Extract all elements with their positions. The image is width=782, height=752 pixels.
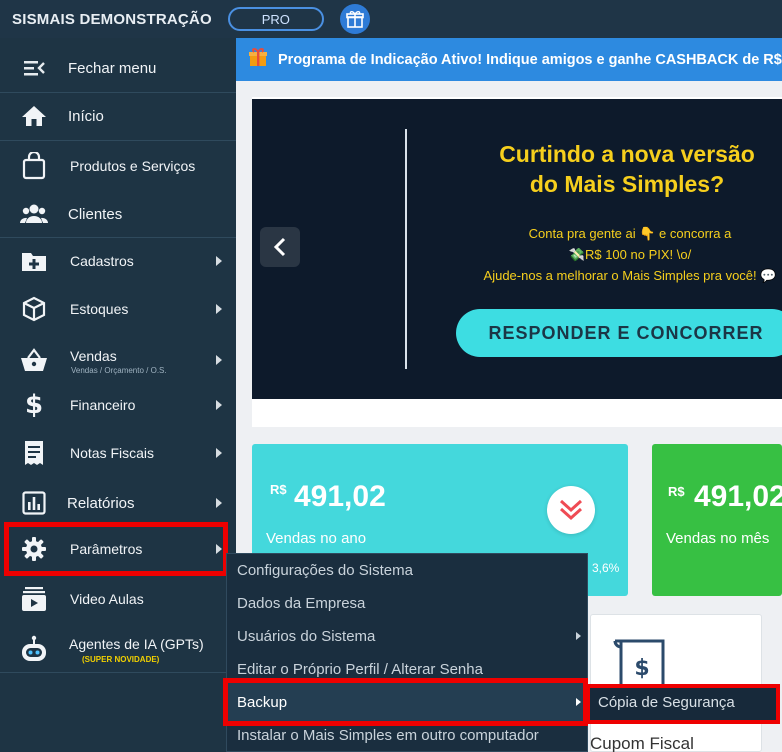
gift-icon[interactable] [339,4,370,34]
carousel-prev-button[interactable] [260,227,300,267]
double-chevron-down-icon [559,499,583,521]
divider [0,140,236,141]
folder-plus-icon [20,247,48,275]
sidebar-item-home[interactable]: Início [0,98,236,134]
banner-text: Programa de Indicação Ativo! Indique ami… [278,51,782,68]
chevron-right-icon [576,632,581,640]
hero-text-line: 💸R$ 100 no PIX! \o/ [568,247,692,262]
chevron-right-icon [216,304,222,314]
sidebar-item-label: Video Aulas [70,591,144,607]
new-feature-badge: (SUPER NOVIDADE) [82,655,160,664]
stat-amount: 491,02 [694,480,782,513]
dollar-icon: $ [24,390,44,420]
hero-title: Curtindo a nova versão do Mais Simples? [492,139,762,199]
chevron-right-icon [216,400,222,410]
cupom-fiscal-label: Cupom Fiscal [590,734,694,752]
submenu-item-system-users[interactable]: Usuários do Sistema [237,628,375,645]
submenu-item-edit-profile[interactable]: Editar o Próprio Perfil / Alterar Senha [237,661,483,678]
chevron-right-icon [216,256,222,266]
sidebar-item-sales[interactable]: Vendas Vendas / Orçamento / O.S. [0,340,236,380]
referral-banner[interactable]: Programa de Indicação Ativo! Indique ami… [236,38,782,81]
sidebar-item-label: Notas Fiscais [70,445,155,461]
sidebar-item-close-menu[interactable]: Fechar menu [0,50,236,86]
parameters-highlight [4,522,228,576]
gift-icon [248,47,268,72]
pro-plan-badge[interactable]: PRO [227,7,324,31]
chevron-right-icon [216,498,222,508]
respond-and-compete-button[interactable]: RESPONDER E CONCORRER [456,309,782,357]
sidebar-item-label: Agentes de IA (GPTs) [69,636,204,652]
sidebar-item-financial[interactable]: $ Financeiro [0,386,236,424]
stat-change: 3,6% [592,561,620,575]
robot-icon [20,635,48,664]
sidebar-item-label: Fechar menu [68,59,157,77]
chevron-right-icon [216,355,222,365]
sidebar-item-label: Início [68,107,104,125]
submenu-item-security-copy[interactable]: Cópia de Segurança [598,694,735,711]
basket-icon [20,346,48,374]
sidebar-item-registrations[interactable]: Cadastros [0,242,236,280]
hero-text: Conta pra gente ai 👇 e concorra a 💸R$ 10… [470,223,782,286]
divider [405,129,407,369]
submenu-item-install-other-computer[interactable]: Instalar o Mais Simples em outro computa… [237,727,539,744]
sidebar-item-label: Relatórios [67,494,135,512]
sidebar-item-invoices[interactable]: Notas Fiscais [0,434,236,472]
box-icon [20,295,48,323]
sidebar-item-reports[interactable]: Relatórios [0,484,236,522]
sidebar-item-clients[interactable]: Clientes [0,196,236,232]
submenu-item-system-settings[interactable]: Configurações do Sistema [237,562,413,579]
chart-icon [20,489,48,517]
chevron-right-icon [216,448,222,458]
sidebar-item-label: Cadastros [70,253,134,269]
users-icon [20,200,48,228]
sidebar-item-label: Clientes [68,205,123,223]
sidebar-item-video-lessons[interactable]: Video Aulas [0,580,236,618]
sidebar-item-label: Vendas [70,348,117,364]
currency-symbol: R$ [270,482,287,497]
hero-text-line: Conta pra gente ai 👇 e concorra a [528,226,732,241]
divider [0,237,236,238]
menu-collapse-icon [20,54,48,82]
currency-symbol: R$ [668,484,685,499]
expand-down-button[interactable] [547,486,595,534]
hero-title-line: do Mais Simples? [529,171,725,197]
backup-highlight [223,678,588,726]
top-bar: SISMAIS DEMONSTRAÇÃO PRO [0,0,782,38]
divider [0,672,236,673]
svg-text:$: $ [634,656,649,681]
sidebar-item-label: Produtos e Serviços [70,158,196,174]
stat-card-sales-month[interactable] [652,444,782,596]
video-icon [20,585,48,613]
survey-carousel: Curtindo a nova versão do Mais Simples? … [252,99,782,399]
stat-amount: 491,02 [294,480,386,513]
receipt-icon [20,439,48,467]
stat-label: Vendas no mês [666,530,770,547]
shopping-bag-icon [20,152,48,180]
brand-name: SISMAIS DEMONSTRAÇÃO [12,10,212,28]
sidebar-item-products[interactable]: Produtos e Serviços [0,146,236,186]
divider [0,92,236,93]
chevron-left-icon [273,237,286,257]
cupom-fiscal-card[interactable]: $ [590,614,762,752]
hero-title-line: Curtindo a nova versão [499,141,755,167]
stat-label: Vendas no ano [266,530,367,547]
sidebar-item-stock[interactable]: Estoques [0,290,236,328]
submenu-item-company-data[interactable]: Dados da Empresa [237,595,365,612]
sidebar-item-sublabel: Vendas / Orçamento / O.S. [71,366,167,375]
sidebar-item-ai-agents[interactable]: Agentes de IA (GPTs) (SUPER NOVIDADE) [0,628,236,672]
sidebar-item-label: Financeiro [70,397,136,413]
sidebar-item-label: Estoques [70,301,129,317]
home-icon [20,102,48,130]
hero-text-line: Ajude-nos a melhorar o Mais Simples pra … [483,268,777,283]
